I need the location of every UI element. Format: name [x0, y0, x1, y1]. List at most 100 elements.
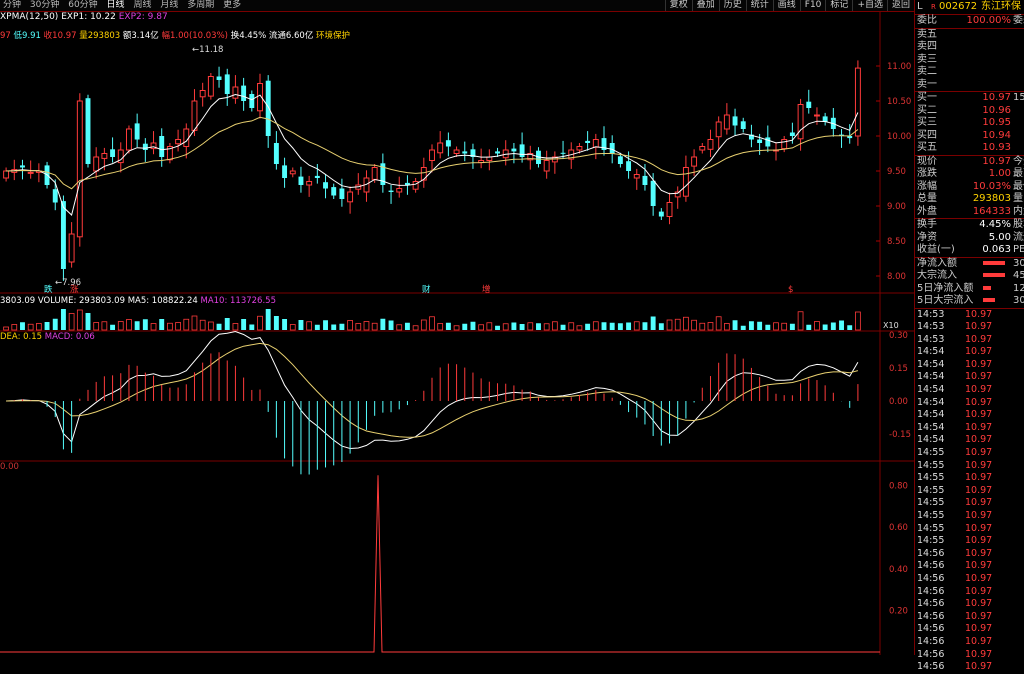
volume-bar [159, 319, 165, 330]
volume-bar [822, 324, 828, 330]
candle-body [85, 98, 91, 164]
sell-label: 卖二 [917, 66, 937, 77]
volume-bar [241, 319, 247, 330]
volume-bar [814, 321, 820, 331]
candle-body [347, 191, 354, 203]
volume-total: VOLUME: 293803.09 [37, 296, 125, 306]
stat-right-label: PE(动) [1013, 244, 1024, 255]
stats2-block: 换手 4.45%股本 净资 5.00流通 收益(一) 0.063PE(动) [915, 218, 1024, 257]
volume-bar [388, 320, 394, 330]
price-tick-label: 9.50 [887, 167, 906, 177]
chart-area[interactable]: 11.0010.5010.009.509.008.508.00←11.18←7.… [0, 0, 914, 655]
tick-row: 14:53 10.97 [915, 334, 1024, 347]
tick-time: 14:54 [917, 346, 945, 358]
tick-time: 14:56 [917, 610, 945, 622]
candle-body [3, 170, 10, 179]
tick-row: 14:54 10.97 [915, 384, 1024, 397]
tick-time: 14:56 [917, 635, 945, 647]
volume-bar [216, 323, 222, 330]
volume-bar [150, 323, 157, 331]
tick-time: 14:55 [917, 459, 945, 471]
candle-body [576, 146, 583, 151]
volume-bar [486, 322, 493, 331]
volume-bar [650, 316, 656, 330]
candle-body [691, 156, 698, 167]
stat-value: 4.45% [979, 219, 1011, 230]
volume-bar [839, 320, 844, 330]
event-marker: 增 [482, 284, 491, 295]
flow-row: 净流入额 30 [915, 258, 1024, 271]
candle-body [314, 175, 320, 178]
volume-bar [585, 323, 591, 330]
stat-label: 总量 [917, 193, 937, 204]
volume-bar [36, 323, 42, 331]
flow-row: 大宗流入 45 [915, 270, 1024, 283]
tick-price: 10.97 [965, 547, 993, 559]
stat-value: 10.97 [982, 155, 1011, 167]
event-marker: 跌 [44, 284, 53, 295]
volume-bar [110, 324, 116, 330]
indicator3-tick-label: 0.40 [889, 565, 908, 575]
tick-price: 10.97 [965, 572, 993, 584]
candle-body [249, 94, 255, 108]
tick-price: 10.97 [965, 396, 993, 408]
candle-body [323, 182, 328, 189]
tick-price: 10.97 [965, 623, 993, 635]
tick-price: 10.97 [965, 459, 993, 471]
flow-row: 5日大宗流入 30 [915, 295, 1024, 308]
stat-right-label: 流通 [1013, 231, 1024, 243]
candle-body [207, 76, 214, 97]
tick-row: 14:55 10.97 [915, 485, 1024, 498]
tick-time: 14:54 [917, 396, 945, 408]
tick-row: 14:55 10.97 [915, 497, 1024, 510]
candle-body [854, 67, 861, 137]
tick-time: 14:54 [917, 434, 945, 446]
candle-body [134, 123, 140, 140]
tick-list[interactable]: 14:53 10.97 14:53 10.97 14:53 10.97 14:54 10.97… [915, 307, 1024, 674]
stat-right-label: 今开 [1013, 155, 1024, 167]
weicha-label: 委差 [1013, 15, 1024, 26]
volume-bar [363, 321, 370, 331]
tick-row: 14:55 10.97 [915, 535, 1024, 548]
candle-body [142, 143, 148, 150]
indicator3-line [0, 475, 880, 653]
volume-bar [429, 316, 435, 331]
candle-body [282, 165, 288, 178]
stat-row: 现价 10.97今开 [915, 156, 1024, 169]
candle-body [289, 170, 296, 175]
weibi-label: 委比 [917, 15, 937, 26]
tick-time: 14:56 [917, 598, 945, 610]
tick-price: 10.97 [965, 358, 993, 370]
candle-body [93, 156, 100, 172]
tick-time: 14:54 [917, 409, 945, 421]
panel-r[interactable]: R [931, 0, 936, 14]
candle-body [20, 165, 25, 168]
volume-bar [207, 321, 214, 331]
tick-row: 14:56 10.97 [915, 573, 1024, 586]
tick-row: 14:55 10.97 [915, 510, 1024, 523]
candle-body [241, 85, 247, 101]
tick-time: 14:54 [917, 358, 945, 370]
candle-body [813, 114, 820, 117]
volume-bar [543, 323, 550, 331]
sell-label: 卖四 [917, 41, 937, 52]
candle-body [650, 180, 656, 206]
tick-time: 14:56 [917, 623, 945, 635]
panel-l[interactable]: L [917, 0, 923, 14]
tick-time: 14:55 [917, 484, 945, 496]
flow-bar [983, 270, 1005, 283]
volume-bar [470, 321, 476, 330]
price-tick-label: 8.00 [887, 272, 906, 282]
candle-body [101, 153, 108, 159]
stat-label: 涨跌 [917, 168, 937, 179]
buy-row: 买三 10.95 [915, 117, 1024, 130]
candle-body [732, 116, 738, 126]
tick-row: 14:54 10.97 [915, 422, 1024, 435]
flow-label: 大宗流入 [917, 270, 957, 281]
tick-row: 14:54 10.97 [915, 409, 1024, 422]
volume-bar [626, 322, 632, 330]
sell-row: 卖二 [915, 66, 1024, 79]
volume-bar [666, 319, 673, 331]
tick-row: 14:54 10.97 [915, 397, 1024, 410]
candle-body [68, 233, 75, 263]
